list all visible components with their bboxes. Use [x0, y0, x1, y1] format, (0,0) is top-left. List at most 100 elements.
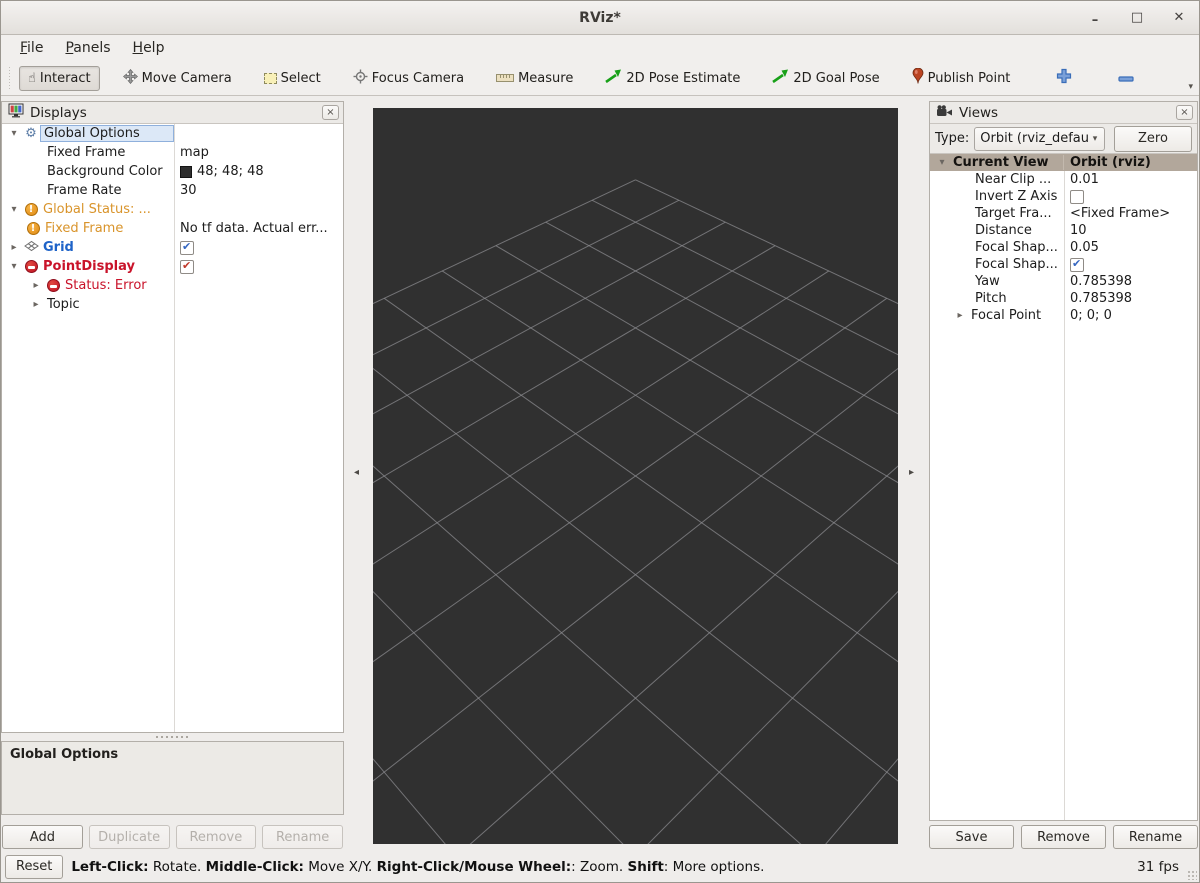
window-title: RViz* [579, 9, 621, 26]
error-icon [46, 279, 60, 292]
toolbar-drag-handle[interactable] [7, 67, 13, 89]
collapse-right-arrow-icon[interactable]: ▸ [909, 467, 914, 478]
row-label: Focal Shap... [975, 240, 1058, 255]
expander-down-icon[interactable] [6, 261, 22, 272]
row-value: 0.785398 [1070, 291, 1133, 306]
row-label: Topic [47, 297, 80, 312]
tool-publish-point[interactable]: Publish Point [903, 63, 1020, 93]
row-value: Orbit (rviz) [1070, 155, 1151, 170]
remove-view-button[interactable]: Remove [1021, 825, 1106, 849]
tree-row-grid[interactable]: Grid [2, 238, 343, 257]
minimize-button[interactable]: – [1087, 13, 1103, 28]
displays-panel-stack: Displays × ⚙Global Options Fixed Frame m… [1, 96, 344, 851]
tree-row-target-frame[interactable]: Target Fra... <Fixed Frame> [930, 205, 1197, 222]
expander-down-icon[interactable] [6, 204, 22, 215]
displays-panel-title: Displays [30, 104, 87, 121]
tool-2d-goal-pose[interactable]: 2D Goal Pose [763, 64, 888, 92]
view-type-dropdown[interactable]: Orbit (rviz_defau ▾ [974, 126, 1105, 151]
toolbar: ☝ Interact Move Camera Select Focus Came… [1, 61, 1199, 96]
tree-row-invert-z[interactable]: Invert Z Axis [930, 188, 1197, 205]
tool-select[interactable]: Select [255, 66, 330, 91]
tree-row-near-clip[interactable]: Near Clip ... 0.01 [930, 171, 1197, 188]
row-label: Fixed Frame [47, 145, 126, 160]
zero-button[interactable]: Zero [1114, 125, 1192, 152]
map-pin-icon [912, 67, 924, 88]
left-splitter[interactable]: ◂ [344, 96, 373, 851]
displays-panel: Displays × ⚙Global Options Fixed Frame m… [1, 101, 344, 733]
views-panel-title: Views [959, 104, 999, 121]
menu-file[interactable]: File [11, 38, 52, 58]
focal-shape-checkbox[interactable] [1070, 257, 1084, 272]
tool-interact[interactable]: ☝ Interact [19, 65, 100, 91]
expander-right-icon[interactable] [28, 299, 44, 310]
remove-display-button[interactable]: Remove [175, 825, 257, 849]
row-label: Target Fra... [975, 206, 1052, 221]
rename-display-button[interactable]: Rename [262, 825, 343, 849]
duplicate-display-button[interactable]: Duplicate [88, 825, 170, 849]
remove-tool-button[interactable] [1109, 66, 1143, 91]
row-label: Current View [953, 155, 1049, 170]
invert-z-checkbox[interactable] [1070, 189, 1084, 204]
tool-move-camera[interactable]: Move Camera [114, 64, 241, 93]
row-value: 48; 48; 48 [197, 164, 264, 179]
right-splitter[interactable]: ▸ [898, 96, 929, 851]
tool-2d-pose-estimate[interactable]: 2D Pose Estimate [596, 64, 749, 92]
horizontal-splitter[interactable] [1, 733, 344, 741]
tool-measure[interactable]: Measure [487, 66, 582, 91]
tree-row-pointdisplay[interactable]: PointDisplay [2, 257, 343, 276]
green-arrow-icon [605, 69, 622, 87]
tree-row-focal-point[interactable]: Focal Point 0; 0; 0 [930, 307, 1197, 324]
row-label: PointDisplay [43, 259, 135, 274]
tree-row-topic[interactable]: Topic [2, 295, 343, 314]
views-buttons-row: Save Remove Rename [929, 825, 1198, 849]
tree-row-global-status[interactable]: ! Global Status: ... [2, 200, 343, 219]
row-label: Frame Rate [47, 183, 122, 198]
main-area: Displays × ⚙Global Options Fixed Frame m… [1, 96, 1199, 851]
menu-help[interactable]: Help [124, 38, 174, 58]
tree-row-status-error[interactable]: Status: Error [2, 276, 343, 295]
tool-focus-camera[interactable]: Focus Camera [344, 64, 473, 93]
tree-row-background-color[interactable]: Background Color 48; 48; 48 [2, 162, 343, 181]
row-value: <Fixed Frame> [1070, 206, 1171, 221]
tree-row-distance[interactable]: Distance 10 [930, 222, 1197, 239]
tree-row-global-options[interactable]: ⚙Global Options [2, 124, 343, 143]
tree-row-pitch[interactable]: Pitch 0.785398 [930, 290, 1197, 307]
views-tree: Current View Orbit (rviz) Near Clip ... … [930, 154, 1197, 820]
save-view-button[interactable]: Save [929, 825, 1014, 849]
toolbar-overflow-arrow-icon[interactable]: ▾ [1188, 82, 1193, 92]
row-label: Yaw [975, 274, 1000, 289]
viewport-3d[interactable] [373, 108, 898, 844]
views-panel-header: Views × [930, 102, 1197, 124]
tree-row-frame-rate[interactable]: Frame Rate 30 [2, 181, 343, 200]
rviz-window: RViz* – □ ✕ File Panels Help ☝ Interact … [0, 0, 1200, 883]
expander-right-icon[interactable] [6, 242, 22, 253]
row-value: 0; 0; 0 [1070, 308, 1112, 323]
tree-row-focal-shape-size[interactable]: Focal Shap... 0.05 [930, 239, 1197, 256]
expander-down-icon[interactable] [934, 157, 950, 168]
displays-close-icon[interactable]: × [322, 105, 339, 120]
expander-right-icon[interactable] [28, 280, 44, 291]
row-label: Global Options [40, 125, 174, 142]
tree-row-fixed-frame-warning[interactable]: ! Fixed Frame No tf data. Actual err... [2, 219, 343, 238]
close-button[interactable]: ✕ [1171, 10, 1187, 25]
reset-button[interactable]: Reset [5, 854, 64, 879]
expander-right-icon[interactable] [952, 310, 968, 321]
tree-row-current-view[interactable]: Current View Orbit (rviz) [930, 154, 1197, 171]
row-value: No tf data. Actual err... [180, 221, 328, 236]
add-display-button[interactable]: Add [2, 825, 83, 849]
tree-row-focal-shape-fixed[interactable]: Focal Shap... [930, 256, 1197, 273]
rename-view-button[interactable]: Rename [1113, 825, 1198, 849]
menu-panels[interactable]: Panels [56, 38, 119, 58]
error-icon [24, 260, 38, 273]
views-close-icon[interactable]: × [1176, 105, 1193, 120]
expander-down-icon[interactable] [6, 128, 22, 139]
tree-row-fixed-frame[interactable]: Fixed Frame map [2, 143, 343, 162]
resize-grip[interactable] [1187, 870, 1197, 880]
add-tool-button[interactable] [1047, 63, 1081, 93]
maximize-button[interactable]: □ [1129, 10, 1145, 25]
collapse-left-arrow-icon[interactable]: ◂ [354, 467, 359, 478]
tree-row-yaw[interactable]: Yaw 0.785398 [930, 273, 1197, 290]
grid-enabled-checkbox[interactable] [180, 240, 194, 255]
pointdisplay-enabled-checkbox[interactable] [180, 259, 194, 274]
viewport-container [373, 96, 898, 851]
